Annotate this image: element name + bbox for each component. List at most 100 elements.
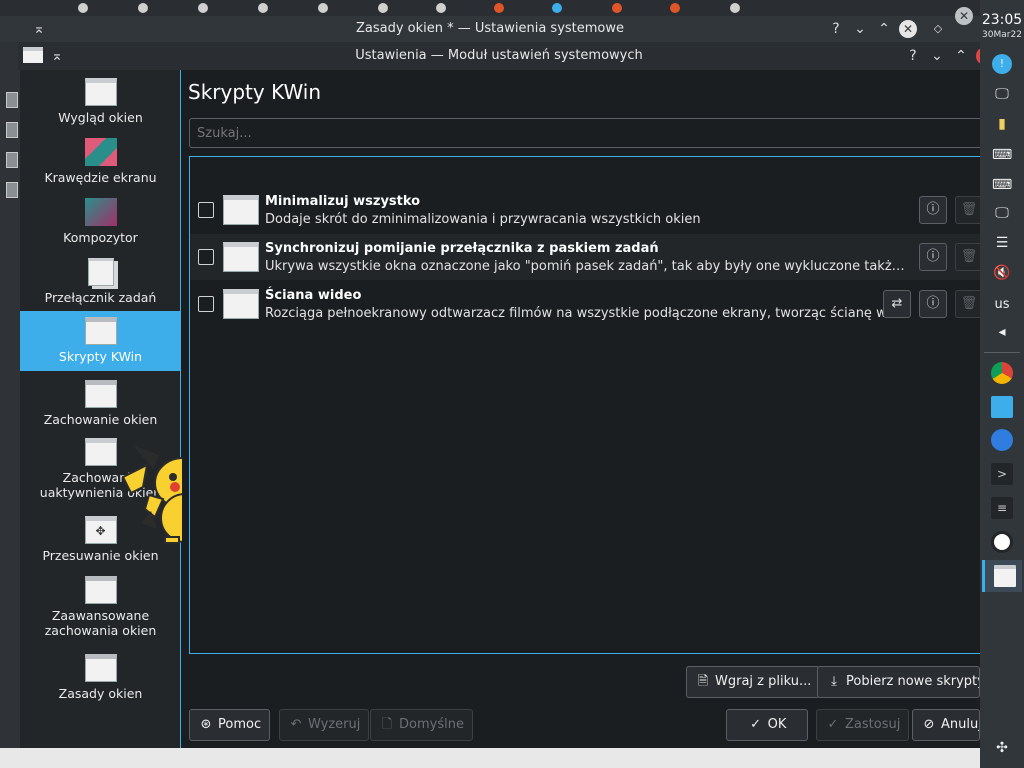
main-content: Skrypty KWin Minimalizuj wszystko Dodaje…	[182, 70, 984, 748]
tab-favicon[interactable]	[552, 3, 562, 13]
tab-favicon[interactable]	[78, 3, 88, 13]
enable-checkbox[interactable]	[198, 249, 214, 265]
outer-window-titlebar[interactable]: ⌅ Zasady okien * — Ustawienia systemowe …	[0, 7, 980, 42]
monitor-icon[interactable]: 🖵	[992, 203, 1012, 223]
button-label: Domyślne	[399, 717, 464, 732]
tab-favicon[interactable]	[670, 3, 680, 13]
button-label: Pomoc	[218, 717, 262, 732]
background-window-bottom	[0, 748, 980, 768]
window-icon	[84, 78, 117, 106]
help-button[interactable]: ⊛ Pomoc	[189, 709, 271, 741]
cancel-button[interactable]: ⊘ Anuluj	[912, 709, 980, 741]
keyboard-layout-indicator[interactable]: us	[992, 295, 1012, 315]
sidebar-item-label: Zaawansowane zachowania okien	[44, 608, 157, 638]
minimize-button[interactable]: ⌄	[928, 47, 946, 65]
search-input[interactable]	[189, 118, 984, 148]
chrome-icon	[991, 362, 1013, 384]
tab-favicon[interactable]	[436, 3, 446, 13]
sidebar-item-label: Krawędzie ekranu	[44, 170, 157, 185]
delete-icon: 🗑	[955, 243, 983, 271]
reset-button: ↶ Wyzeruj	[279, 709, 370, 741]
tab-favicon[interactable]	[730, 3, 740, 13]
help-button[interactable]: ?	[904, 47, 922, 65]
sidebar-item-label: Przełącznik zadań	[44, 290, 157, 305]
checkmark-icon: ✓	[750, 717, 762, 732]
folder-icon	[991, 396, 1013, 418]
list-item[interactable]: Ściana wideo Rozciąga pełnoekranowy odtw…	[190, 281, 983, 327]
window-icon	[84, 317, 117, 345]
sidebar-item-label: Kompozytor	[63, 230, 138, 245]
list-item[interactable]: Synchronizuj pomijanie przełącznika z pa…	[190, 234, 983, 280]
close-button[interactable]: ✕	[899, 20, 917, 38]
clock[interactable]: 23:05	[980, 12, 1024, 28]
tab-favicon[interactable]	[138, 3, 148, 13]
sidebar-item-window-decorations[interactable]: Wygląd okien	[20, 78, 181, 134]
background-window-strip	[0, 42, 20, 748]
task-chrome[interactable]	[982, 357, 1022, 389]
about-button[interactable]: ⓘ	[919, 196, 947, 224]
button-label: OK	[767, 717, 787, 732]
clipboard-icon[interactable]: ▮	[992, 114, 1012, 134]
apply-button: ✓ Zastosuj	[816, 709, 910, 741]
maximize-button[interactable]: ⌃	[952, 47, 970, 65]
download-icon: ⤓	[831, 674, 837, 689]
display-icon[interactable]: 🖵	[992, 84, 1012, 104]
defaults-button: 🗋 Domyślne	[370, 709, 473, 741]
image-icon	[991, 531, 1013, 553]
sidebar-item-window-rules[interactable]: Zasady okien	[20, 654, 181, 710]
window-icon	[6, 92, 18, 108]
task-terminal[interactable]: >	[982, 458, 1022, 490]
button-label: Pobierz nowe skrypty...	[846, 674, 979, 689]
lifebuoy-icon: ⊛	[200, 717, 212, 732]
date[interactable]: 30Mar22	[980, 30, 1024, 40]
enable-checkbox[interactable]	[198, 202, 214, 218]
system-panel: 23:05 30Mar22 ! 🖵 ▮ ⌨ ⌨ 🖵 ☰ 🔇 us ◂ > ≡ ✣	[980, 0, 1024, 768]
clipboard-list-icon[interactable]: ☰	[992, 233, 1012, 253]
sidebar-item-compositor[interactable]: Kompozytor	[20, 198, 181, 254]
maximize-button[interactable]: ⌃	[875, 20, 893, 38]
notifications-icon[interactable]: !	[992, 54, 1012, 74]
list-item[interactable]: Minimalizuj wszystko Dodaje skrót do zmi…	[190, 187, 983, 233]
tab-favicon[interactable]	[198, 3, 208, 13]
expand-icon[interactable]: ✣	[992, 738, 1012, 758]
get-new-scripts-button[interactable]: ⤓ Pobierz nowe skrypty...	[817, 666, 980, 698]
diamond-icon[interactable]: ◇	[929, 20, 947, 38]
about-button[interactable]: ⓘ	[919, 290, 947, 318]
tab-favicon[interactable]	[494, 3, 504, 13]
window-icon	[6, 182, 18, 198]
sidebar-item-task-switcher[interactable]: Przełącznik zadań	[20, 258, 181, 314]
sidebar-item-screen-edges[interactable]: Krawędzie ekranu	[20, 138, 181, 194]
volume-muted-icon[interactable]: 🔇	[992, 263, 1012, 283]
tab-favicon[interactable]	[258, 3, 268, 13]
inner-window-titlebar[interactable]: ⌅ Ustawienia — Moduł ustawień systemowyc…	[18, 42, 986, 70]
task-settings[interactable]: ≡	[982, 492, 1022, 524]
minimize-button[interactable]: ⌄	[851, 20, 869, 38]
window-icon	[6, 152, 18, 168]
expand-tray-icon[interactable]: ◂	[992, 322, 1012, 342]
page-title: Skrypty KWin	[188, 80, 322, 104]
delete-icon: 🗑	[955, 290, 983, 318]
task-file-manager[interactable]	[982, 391, 1022, 423]
enable-checkbox[interactable]	[198, 296, 214, 312]
tab-favicon[interactable]	[378, 3, 388, 13]
screen-edges-icon	[84, 138, 117, 166]
task-system-settings[interactable]	[982, 560, 1022, 592]
sidebar-item-advanced-behavior[interactable]: Zaawansowane zachowania okien	[20, 576, 181, 646]
task-browser[interactable]	[982, 424, 1022, 456]
ok-button[interactable]: ✓ OK	[726, 709, 808, 741]
about-button[interactable]: ⓘ	[919, 243, 947, 271]
task-image-viewer[interactable]	[982, 526, 1022, 558]
globe-icon	[991, 429, 1013, 451]
configure-button[interactable]: ⇄	[883, 290, 911, 318]
panel-divider	[984, 352, 1020, 353]
close-icon[interactable]: ✕	[955, 7, 973, 25]
help-button[interactable]: ?	[827, 20, 845, 38]
install-from-file-button[interactable]: 🗎 Wgraj z pliku...	[686, 666, 821, 698]
window-icon	[84, 576, 117, 604]
scripts-list: Minimalizuj wszystko Dodaje skrót do zmi…	[189, 156, 984, 654]
tab-favicon[interactable]	[612, 3, 622, 13]
keyboard-icon[interactable]: ⌨	[992, 145, 1012, 165]
sidebar-item-kwin-scripts[interactable]: Skrypty KWin	[20, 311, 181, 371]
tab-favicon[interactable]	[318, 3, 328, 13]
keyboard-icon[interactable]: ⌨	[992, 175, 1012, 195]
